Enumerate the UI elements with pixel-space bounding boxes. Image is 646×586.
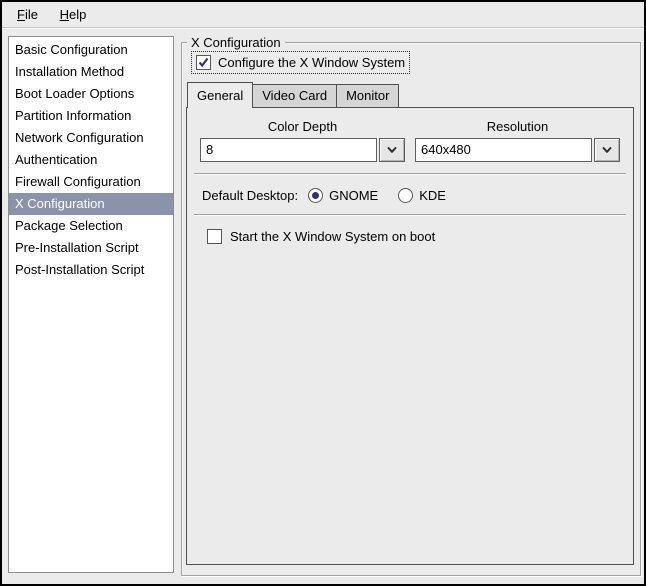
color-depth-label: Color Depth <box>200 119 405 134</box>
tab-video-card[interactable]: Video Card <box>252 84 337 107</box>
chevron-down-icon <box>387 146 397 154</box>
color-depth-value[interactable]: 8 <box>200 138 377 162</box>
color-depth-column: Color Depth 8 <box>200 119 405 162</box>
tab-general[interactable]: General <box>187 82 253 108</box>
kde-radio-label: KDE <box>419 188 446 203</box>
desktop-radio-group: GNOME KDE <box>308 188 446 203</box>
resolution-value[interactable]: 640x480 <box>415 138 592 162</box>
default-desktop-row: Default Desktop: GNOME KDE <box>202 188 620 203</box>
start-on-boot-label: Start the X Window System on boot <box>230 229 435 244</box>
menu-file[interactable]: File <box>8 4 47 25</box>
x-config-notebook: General Video Card Monitor Color Depth 8 <box>186 81 634 565</box>
color-depth-dropdown-button[interactable] <box>379 138 405 162</box>
menu-bar: File Help <box>2 2 644 28</box>
check-icon <box>198 57 209 68</box>
separator <box>194 214 626 216</box>
tab-bar: General Video Card Monitor <box>186 81 634 107</box>
separator <box>194 173 626 175</box>
sidebar-item-authentication[interactable]: Authentication <box>9 149 173 171</box>
configure-x-row[interactable]: Configure the X Window System <box>191 51 410 74</box>
resolution-label: Resolution <box>415 119 620 134</box>
menu-help[interactable]: Help <box>51 4 96 25</box>
radio-option-kde[interactable]: KDE <box>398 188 446 203</box>
frame-title: X Configuration <box>187 34 285 51</box>
gnome-radio-button[interactable] <box>308 188 323 203</box>
kickstart-configurator-window: File Help Basic Configuration Installati… <box>0 0 646 586</box>
tab-monitor[interactable]: Monitor <box>336 84 399 107</box>
general-tab-page: Color Depth 8 Resolut <box>186 107 634 565</box>
sidebar-item-boot-loader-options[interactable]: Boot Loader Options <box>9 83 173 105</box>
configure-x-checkbox[interactable] <box>196 55 211 70</box>
display-settings-row: Color Depth 8 Resolut <box>200 119 620 162</box>
sidebar-item-package-selection[interactable]: Package Selection <box>9 215 173 237</box>
sidebar-item-pre-installation-script[interactable]: Pre-Installation Script <box>9 237 173 259</box>
category-list: Basic Configuration Installation Method … <box>8 36 174 573</box>
sidebar-item-x-configuration[interactable]: X Configuration <box>9 193 173 215</box>
resolution-combobox[interactable]: 640x480 <box>415 138 620 162</box>
sidebar-item-partition-information[interactable]: Partition Information <box>9 105 173 127</box>
sidebar-item-installation-method[interactable]: Installation Method <box>9 61 173 83</box>
resolution-dropdown-button[interactable] <box>594 138 620 162</box>
sidebar-item-basic-configuration[interactable]: Basic Configuration <box>9 39 173 61</box>
radio-option-gnome[interactable]: GNOME <box>308 188 378 203</box>
chevron-down-icon <box>602 146 612 154</box>
resolution-column: Resolution 640x480 <box>415 119 620 162</box>
sidebar-item-firewall-configuration[interactable]: Firewall Configuration <box>9 171 173 193</box>
sidebar-item-network-configuration[interactable]: Network Configuration <box>9 127 173 149</box>
sidebar-item-post-installation-script[interactable]: Post-Installation Script <box>9 259 173 281</box>
x-configuration-frame: X Configuration Configure the X Window S… <box>181 42 641 576</box>
start-on-boot-checkbox[interactable] <box>207 229 222 244</box>
start-on-boot-row[interactable]: Start the X Window System on boot <box>207 229 620 244</box>
kde-radio-button[interactable] <box>398 188 413 203</box>
default-desktop-label: Default Desktop: <box>202 188 298 203</box>
color-depth-combobox[interactable]: 8 <box>200 138 405 162</box>
configure-x-label: Configure the X Window System <box>218 55 405 70</box>
gnome-radio-label: GNOME <box>329 188 378 203</box>
